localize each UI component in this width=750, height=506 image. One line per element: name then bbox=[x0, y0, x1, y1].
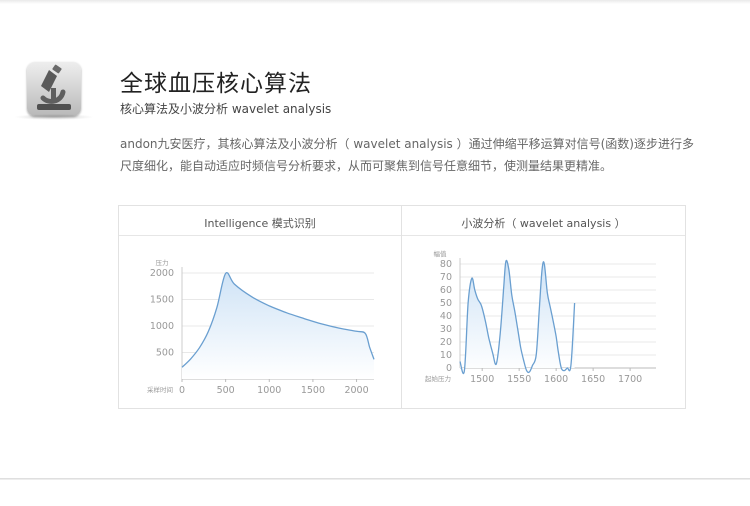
y-tick-label: 50 bbox=[440, 298, 452, 309]
bottom-divider bbox=[0, 478, 750, 480]
x-tick-label: 500 bbox=[217, 385, 235, 396]
y-tick-label: 1500 bbox=[150, 295, 174, 306]
x-tick-label: 1600 bbox=[544, 374, 568, 385]
x-tick-label: 1000 bbox=[257, 385, 281, 396]
page-subtitle: 核心算法及小波分析 wavelet analysis bbox=[120, 102, 332, 116]
top-divider bbox=[0, 0, 750, 4]
logo-shadow bbox=[14, 114, 94, 120]
y-tick-label: 1000 bbox=[150, 321, 174, 332]
page-title: 全球血压核心算法 bbox=[120, 71, 312, 97]
y-axis-label: 压力 bbox=[156, 258, 169, 267]
x-tick-label: 1550 bbox=[507, 374, 531, 385]
y-tick-label: 70 bbox=[440, 272, 452, 283]
y-tick-label: 30 bbox=[440, 324, 452, 335]
y-tick-label: 20 bbox=[440, 337, 452, 348]
x-axis-label: 采样时间 bbox=[147, 385, 173, 394]
x-tick-label: 1500 bbox=[470, 374, 494, 385]
x-tick-label: 2000 bbox=[344, 385, 368, 396]
wavelet-analysis-chart: 0 10 20 30 40 50 60 70 80 1500 1550 1600 1650 1700 幅值起… bbox=[425, 249, 656, 385]
x-tick-label: 1500 bbox=[301, 385, 325, 396]
y-tick-label: 0 bbox=[446, 363, 452, 374]
x-tick-label: 1700 bbox=[618, 374, 642, 385]
y-tick-label: 40 bbox=[440, 311, 452, 322]
chart-panel: Intelligence 模式识别 小波分析（ wavelet analysis… bbox=[118, 205, 686, 409]
x-tick-label: 1650 bbox=[581, 374, 605, 385]
y-tick-label: 60 bbox=[440, 285, 452, 296]
y-tick-label: 500 bbox=[156, 348, 174, 359]
y-tick-label: 2000 bbox=[150, 268, 174, 279]
y-axis-label: 幅值 bbox=[434, 249, 448, 258]
y-tick-label: 10 bbox=[440, 350, 452, 361]
y-tick-label: 80 bbox=[440, 259, 452, 270]
microscope-icon-graphic bbox=[37, 64, 71, 110]
pattern-recognition-chart: 5001000150020000 500 1000 1500 2000压力采样时间 bbox=[147, 258, 375, 396]
x-axis-label: 起始压力 bbox=[425, 374, 451, 383]
x-tick-label: 0 bbox=[179, 385, 185, 396]
description-text: andon九安医疗，其核心算法及小波分析（ wavelet analysis ）… bbox=[120, 137, 694, 173]
microscope-icon bbox=[27, 62, 81, 116]
